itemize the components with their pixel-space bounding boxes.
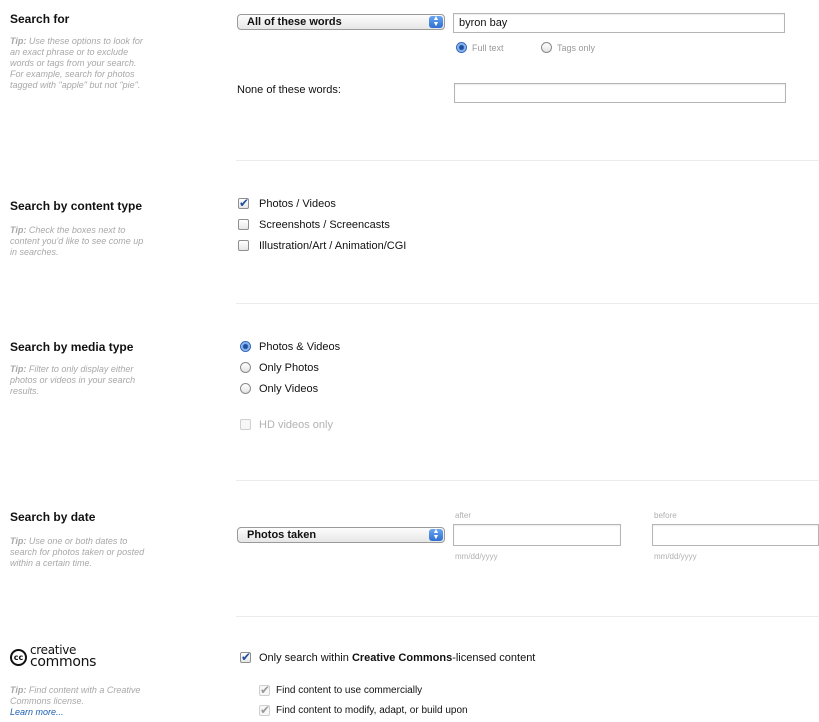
chevron-updown-icon: ▲ ▼ — [429, 15, 443, 28]
tags-only-radio[interactable] — [541, 42, 552, 53]
after-format-hint: mm/dd/yyyy — [455, 552, 498, 561]
cc-badge-icon: cc — [10, 649, 27, 666]
screenshots-label: Screenshots / Screencasts — [259, 219, 390, 231]
content-type-tip: Tip: Check the boxes next to content you… — [10, 225, 144, 257]
chevron-updown-icon: ▲ ▼ — [429, 528, 443, 541]
photos-and-videos-label: Photos & Videos — [259, 341, 341, 353]
search-mode-select[interactable]: All of these words ▲ ▼ — [237, 14, 445, 30]
tags-only-label: Tags only — [557, 43, 596, 53]
after-date-input[interactable] — [453, 524, 621, 546]
full-text-label: Full text — [472, 43, 504, 53]
before-date-input[interactable] — [652, 524, 819, 546]
before-label: before — [654, 511, 677, 520]
media-type-heading: Search by media type — [10, 340, 134, 354]
search-query-input[interactable] — [453, 13, 785, 33]
illustration-label: Illustration/Art / Animation/CGI — [259, 240, 407, 252]
photos-and-videos-radio[interactable] — [240, 341, 251, 352]
creative-commons-logo: cc creative commons — [10, 644, 130, 673]
date-type-value: Photos taken — [247, 529, 317, 541]
cc-logo-line2: commons — [30, 654, 97, 670]
only-cc-label: Only search within Creative Commons-lice… — [259, 652, 536, 664]
hd-videos-checkbox[interactable] — [240, 419, 251, 430]
hd-videos-label: HD videos only — [259, 419, 333, 431]
commercial-checkbox[interactable]: ✔ — [259, 684, 270, 696]
media-type-tip: Tip: Filter to only display either photo… — [10, 364, 136, 396]
content-type-heading: Search by content type — [10, 199, 143, 213]
divider — [236, 616, 819, 617]
divider — [236, 303, 819, 304]
search-for-tip: Tip: Use these options to look for an ex… — [10, 36, 143, 90]
divider — [236, 160, 819, 161]
before-format-hint: mm/dd/yyyy — [654, 552, 697, 561]
date-heading: Search by date — [10, 510, 96, 524]
full-text-radio[interactable] — [456, 42, 467, 53]
commercial-label: Find content to use commercially — [276, 685, 423, 696]
cc-tip: Tip: Find content with a Creative Common… — [10, 685, 141, 706]
search-for-heading: Search for — [10, 12, 70, 26]
photos-videos-label: Photos / Videos — [259, 198, 336, 210]
search-mode-value: All of these words — [247, 16, 342, 28]
screenshots-checkbox[interactable] — [238, 219, 249, 230]
only-videos-label: Only Videos — [259, 383, 319, 395]
modify-label: Find content to modify, adapt, or build … — [276, 705, 468, 716]
only-photos-label: Only Photos — [259, 362, 319, 374]
date-type-select[interactable]: Photos taken ▲ ▼ — [237, 527, 445, 543]
only-cc-checkbox[interactable]: ✔ — [240, 651, 251, 663]
learn-more-link[interactable]: Learn more... — [10, 707, 150, 718]
only-photos-radio[interactable] — [240, 362, 251, 373]
divider — [236, 480, 819, 481]
illustration-checkbox[interactable] — [238, 240, 249, 251]
none-of-these-input[interactable] — [454, 83, 786, 103]
photos-videos-checkbox[interactable]: ✔ — [238, 197, 249, 209]
after-label: after — [455, 511, 472, 520]
only-videos-radio[interactable] — [240, 383, 251, 394]
modify-checkbox[interactable]: ✔ — [259, 704, 270, 716]
none-of-these-label: None of these words: — [237, 84, 341, 96]
date-tip: Tip: Use one or both dates to search for… — [10, 536, 145, 568]
